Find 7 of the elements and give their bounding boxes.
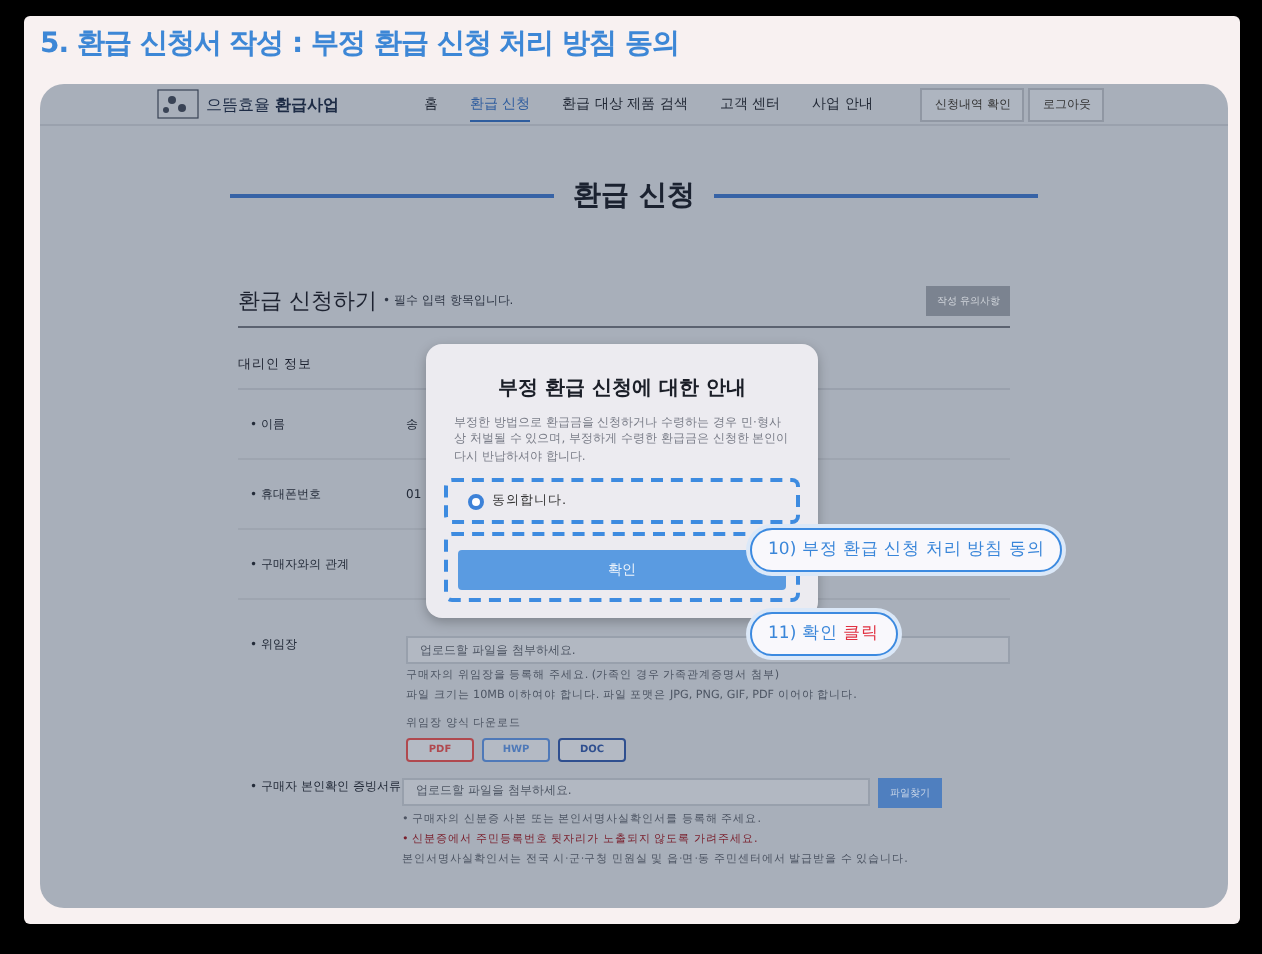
logo-text[interactable]: 으뜸효율 환급사업: [206, 93, 340, 115]
step-tooltip: 10) 부정 환급 신청 처리 방침 동의: [750, 528, 1063, 572]
logo-icon: [156, 88, 200, 120]
form-title: 환급 신청하기: [238, 286, 377, 316]
page-title: 환급 신청: [573, 178, 695, 214]
page-heading: 5. 환급 신청서 작성 : 부정 환급 신청 처리 방침 동의: [40, 26, 679, 62]
step-tooltip: 11) 확인 클릭: [750, 612, 898, 656]
